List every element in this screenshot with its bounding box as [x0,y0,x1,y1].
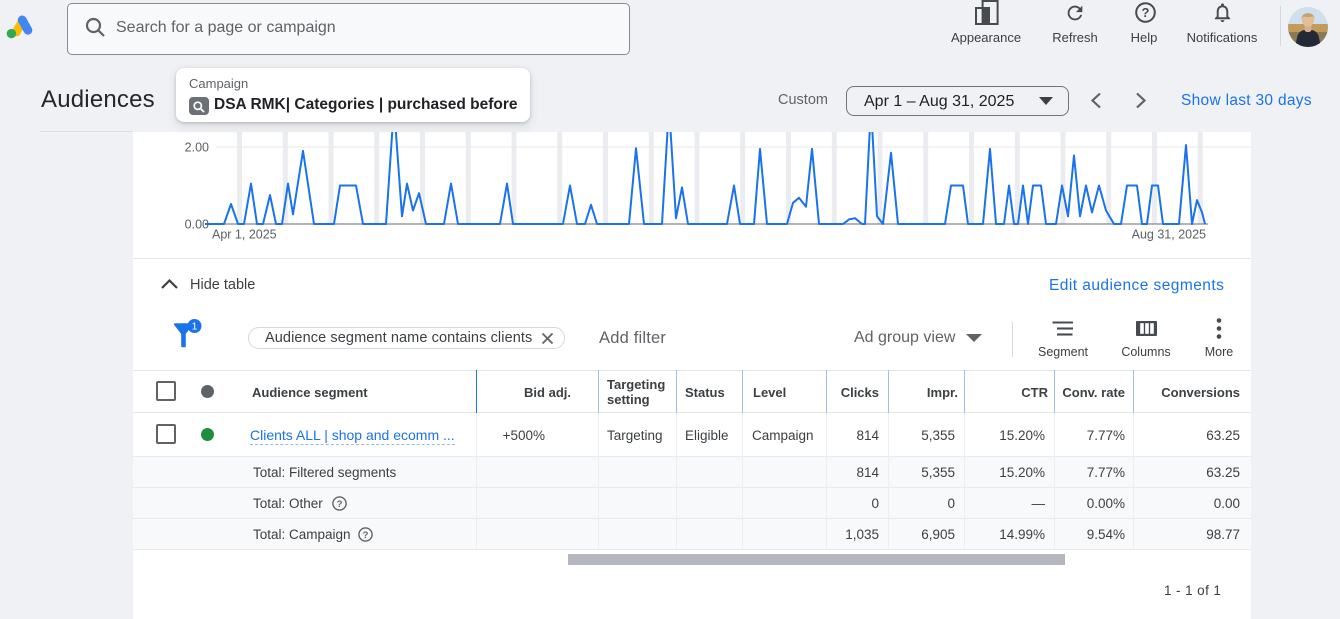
svg-text:?: ? [1142,5,1150,20]
svg-text:Aug 31, 2025: Aug 31, 2025 [1132,228,1206,242]
svg-text:0.00: 0.00 [185,218,209,232]
svg-text:?: ? [337,499,343,510]
svg-text:Apr 1, 2025: Apr 1, 2025 [212,228,277,242]
svg-text:1: 1 [192,322,198,333]
svg-text:2.00: 2.00 [185,141,209,155]
svg-text:?: ? [363,530,369,541]
